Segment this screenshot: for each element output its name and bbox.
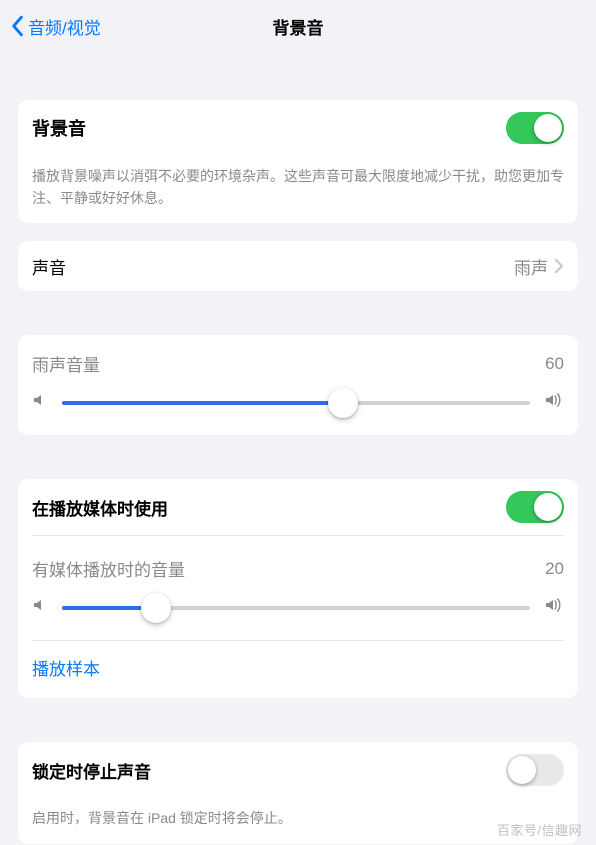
- background-sound-label: 背景音: [32, 115, 86, 141]
- navigation-bar: 音频/视觉 背景音: [0, 0, 596, 52]
- volume-header: 雨声音量 60: [18, 335, 578, 386]
- page-title: 背景音: [273, 14, 324, 39]
- chevron-right-icon: [554, 258, 564, 274]
- sound-row[interactable]: 声音 雨声: [18, 241, 578, 291]
- media-group: 在播放媒体时使用 有媒体播放时的音量 20 播放样本: [18, 479, 578, 698]
- media-volume-header: 有媒体播放时的音量 20: [18, 536, 578, 591]
- volume-value: 60: [545, 354, 564, 374]
- stop-on-lock-label: 锁定时停止声音: [32, 758, 151, 783]
- background-sound-description: 播放背景噪声以消弭不必要的环境杂声。这些声音可最大限度地减少干扰，助您更加专注、…: [18, 156, 578, 223]
- media-volume-slider[interactable]: [62, 606, 530, 610]
- volume-slider-row: [18, 386, 578, 435]
- volume-group: 雨声音量 60: [18, 335, 578, 435]
- media-volume-value: 20: [545, 559, 564, 579]
- play-sample-label: 播放样本: [32, 660, 100, 679]
- volume-slider[interactable]: [62, 401, 530, 405]
- volume-low-icon: [32, 597, 48, 618]
- lock-group: 锁定时停止声音 启用时，背景音在 iPad 锁定时将会停止。: [18, 742, 578, 844]
- sound-value: 雨声: [514, 254, 548, 279]
- back-label: 音频/视觉: [28, 14, 101, 39]
- stop-on-lock-description: 启用时，背景音在 iPad 锁定时将会停止。: [18, 798, 578, 844]
- watermark: 百家号/信趣网: [497, 820, 582, 839]
- media-volume-label: 有媒体播放时的音量: [32, 556, 185, 581]
- volume-low-icon: [32, 392, 48, 413]
- play-sample-row[interactable]: 播放样本: [18, 641, 578, 698]
- sound-selection-group: 声音 雨声: [18, 241, 578, 291]
- stop-on-lock-toggle[interactable]: [506, 754, 564, 786]
- background-sound-toggle[interactable]: [506, 112, 564, 144]
- volume-label: 雨声音量: [32, 351, 100, 376]
- volume-high-icon: [544, 597, 564, 618]
- back-button[interactable]: 音频/视觉: [10, 14, 101, 39]
- use-with-media-row: 在播放媒体时使用: [18, 479, 578, 535]
- background-sound-toggle-row: 背景音: [18, 100, 578, 156]
- stop-on-lock-row: 锁定时停止声音: [18, 742, 578, 798]
- use-with-media-label: 在播放媒体时使用: [32, 495, 168, 520]
- chevron-left-icon: [10, 15, 24, 37]
- slider-thumb[interactable]: [141, 593, 171, 623]
- background-sound-group: 背景音 播放背景噪声以消弭不必要的环境杂声。这些声音可最大限度地减少干扰，助您更…: [18, 100, 578, 223]
- volume-high-icon: [544, 392, 564, 413]
- media-volume-slider-row: [18, 591, 578, 640]
- sound-label: 声音: [32, 254, 66, 279]
- use-with-media-toggle[interactable]: [506, 491, 564, 523]
- slider-thumb[interactable]: [328, 388, 358, 418]
